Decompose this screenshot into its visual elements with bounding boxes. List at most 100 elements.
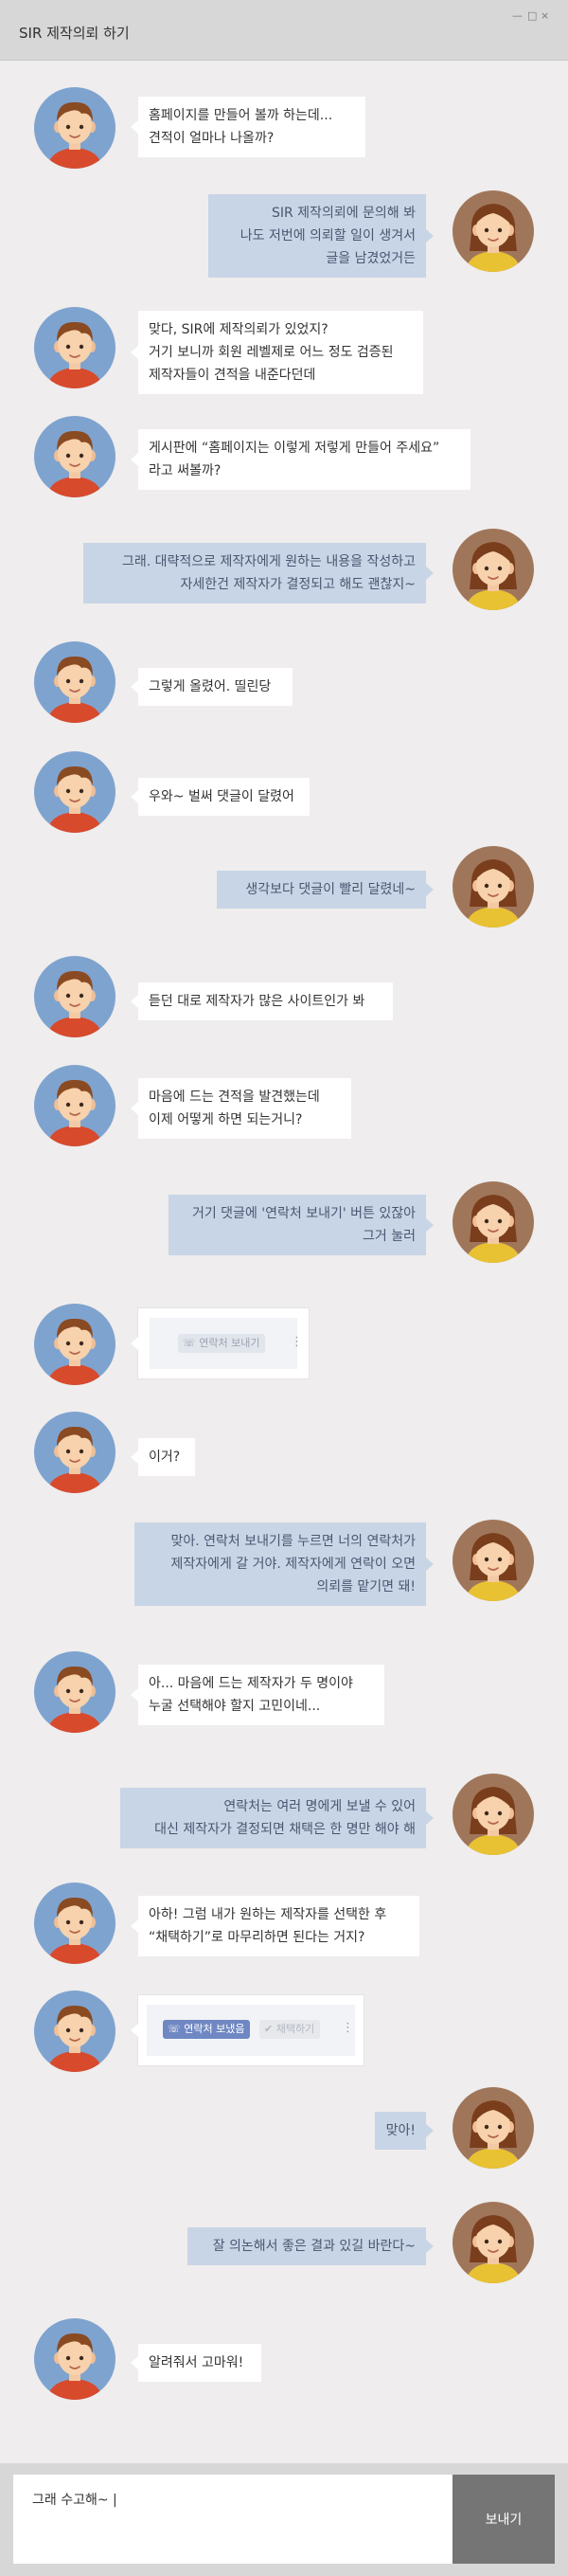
girl-avatar [453,1520,534,1601]
message-row: 그래. 대략적으로 제작자에게 원하는 내용을 작성하고 자세한건 제작자가 결… [0,529,568,610]
message-bubble: 그렇게 올렸어. 띨린당 [131,668,293,706]
message-row: ☏ 연락처 보냈음 ✔ 채택하기 ⋮ [0,1991,568,2072]
message-row: 연락처는 여러 명에게 보낼 수 있어 대신 제작자가 결정되면 채택은 한 명… [0,1774,568,1855]
message-row: 맞다, SIR에 제작의뢰가 있었지? 거기 보니까 회원 레벨제로 어느 정도… [0,307,568,394]
boy-face-illustration [47,1318,102,1385]
boy-face-illustration [47,1666,102,1733]
message-row: 맞아! [0,2087,568,2169]
adopt-label: 채택하기 [275,2023,315,2035]
boy-face-illustration [47,970,102,1037]
more-icon[interactable]: ⋮ [342,2021,354,2035]
boy-face-illustration [47,321,102,388]
window-titlebar: SIR 제작의뢰 하기 — □ × [0,0,568,61]
message-row: 게시판에 “홈페이지는 이렇게 저렇게 만들어 주세요” 라고 써볼까? [0,416,568,497]
message-row: 마음에 드는 견적을 발견했는데 이제 어떻게 하면 되는거니? [0,1065,568,1146]
contact-sent-button[interactable]: ☏ 연락처 보냈음 [163,2020,251,2039]
boy-face-illustration [47,1897,102,1964]
more-icon[interactable]: ⋮ [291,1335,303,1349]
message-input[interactable]: 그래 수고해~ | [13,2475,453,2564]
message-row: 잘 의논해서 좋은 결과 있길 바란다~ [0,2202,568,2283]
girl-avatar [453,2202,534,2283]
send-contact-label: 연락처 보내기 [199,1337,260,1349]
message-row: 홈페이지를 만들어 볼까 하는데... 견적이 얼마나 나올까? [0,87,568,169]
message-bubble: 이거? [131,1438,195,1476]
girl-avatar [453,1774,534,1855]
message-row: 아... 마음에 드는 제작자가 두 명이야 누굴 선택해야 할지 고민이네..… [0,1651,568,1733]
check-icon: ✔ [264,2023,274,2035]
message-row: 거기 댓글에 '연락처 보내기' 버튼 있잖아 그거 눌러 [0,1181,568,1263]
comment-toolbar: ☏ 연락처 보내기 ⋮ [150,1318,303,1369]
girl-avatar [453,190,534,272]
girl-face-illustration [466,1195,521,1263]
girl-face-illustration [466,1533,521,1601]
message-row: 아하! 그럼 내가 원하는 제작자를 선택한 후 “채택하기”로 마무리하면 된… [0,1882,568,1964]
message-bubble: 그래. 대략적으로 제작자에게 원하는 내용을 작성하고 자세한건 제작자가 결… [83,543,434,603]
girl-face-illustration [466,2215,521,2283]
boy-face-illustration [47,430,102,497]
adopt-button[interactable]: ✔ 채택하기 [259,2020,321,2039]
boy-avatar [34,1991,115,2072]
message-bubble: 생각보다 댓글이 빨리 달렸네~ [217,871,434,909]
message-bubble: 잘 의논해서 좋은 결과 있길 바란다~ [187,2227,434,2265]
message-row: 알려줘서 고마워! [0,2318,568,2400]
girl-face-illustration [466,1787,521,1855]
boy-face-illustration [47,101,102,169]
girl-face-illustration [466,542,521,610]
message-row: SIR 제작의뢰에 문의해 봐 나도 저번에 의뢰할 일이 생겨서 글을 남겼었… [0,190,568,278]
message-bubble: 맞아. 연락처 보내기를 누르면 너의 연락처가 제작자에게 갈 거야. 제작자… [134,1522,434,1606]
message-row: 듣던 대로 제작자가 많은 사이트인가 봐 [0,956,568,1037]
girl-face-illustration [466,859,521,928]
message-bubble: 아... 마음에 드는 제작자가 두 명이야 누굴 선택해야 할지 고민이네..… [131,1665,384,1725]
message-bubble: 거기 댓글에 '연락처 보내기' 버튼 있잖아 그거 눌러 [169,1195,434,1255]
message-bubble: 맞다, SIR에 제작의뢰가 있었지? 거기 보니까 회원 레벨제로 어느 정도… [131,311,423,394]
boy-avatar [34,416,115,497]
message-bubble: 아하! 그럼 내가 원하는 제작자를 선택한 후 “채택하기”로 마무리하면 된… [131,1896,419,1956]
boy-avatar [34,641,115,723]
minimize-icon[interactable]: — [512,10,523,22]
phone-icon: ☏ [183,1337,196,1349]
message-row: 우와~ 벌써 댓글이 달렸어 [0,751,568,833]
girl-face-illustration [466,2100,521,2169]
comment-card: ☏ 연락처 보내기 ⋮ [131,1308,309,1378]
boy-avatar [34,1304,115,1385]
comment-toolbar: ☏ 연락처 보냈음 ✔ 채택하기 ⋮ [147,2005,355,2056]
contact-sent-label: 연락처 보냈음 [184,2023,245,2035]
comment-card: ☏ 연락처 보냈음 ✔ 채택하기 ⋮ [131,1995,364,2065]
message-row: ☏ 연락처 보내기 ⋮ [0,1304,568,1385]
boy-face-illustration [47,1426,102,1493]
phone-icon: ☏ [168,2023,181,2035]
close-icon[interactable]: × [541,10,549,22]
message-bubble: 게시판에 “홈페이지는 이렇게 저렇게 만들어 주세요” 라고 써볼까? [131,429,470,490]
boy-avatar [34,1065,115,1146]
girl-avatar [453,846,534,928]
maximize-icon[interactable]: □ [527,10,537,22]
message-bubble: 홈페이지를 만들어 볼까 하는데... 견적이 얼마나 나올까? [131,97,365,157]
boy-face-illustration [47,2005,102,2072]
boy-avatar [34,751,115,833]
boy-avatar [34,2318,115,2400]
message-row: 맞아. 연락처 보내기를 누르면 너의 연락처가 제작자에게 갈 거야. 제작자… [0,1520,568,1606]
message-bubble: 우와~ 벌써 댓글이 달렸어 [131,778,310,816]
message-bubble: 연락처는 여러 명에게 보낼 수 있어 대신 제작자가 결정되면 채택은 한 명… [120,1788,434,1848]
message-row: 이거? [0,1412,568,1493]
boy-avatar [34,307,115,388]
composer-bar: 그래 수고해~ | 보내기 [0,2463,568,2576]
boy-face-illustration [47,766,102,833]
girl-avatar [453,529,534,610]
message-bubble: 듣던 대로 제작자가 많은 사이트인가 봐 [131,982,393,1020]
girl-face-illustration [466,204,521,272]
window-title: SIR 제작의뢰 하기 [19,25,130,42]
message-bubble: 알려줘서 고마워! [131,2344,261,2382]
message-row: 그렇게 올렸어. 띨린당 [0,641,568,723]
send-contact-button[interactable]: ☏ 연락처 보내기 [178,1334,266,1353]
boy-avatar [34,1882,115,1964]
message-row: 생각보다 댓글이 빨리 달렸네~ [0,846,568,928]
girl-avatar [453,1181,534,1263]
message-bubble: SIR 제작의뢰에 문의해 봐 나도 저번에 의뢰할 일이 생겨서 글을 남겼었… [208,194,434,278]
message-bubble: 마음에 드는 견적을 발견했는데 이제 어떻게 하면 되는거니? [131,1078,351,1139]
girl-avatar [453,2087,534,2169]
send-button[interactable]: 보내기 [453,2475,555,2564]
boy-avatar [34,1651,115,1733]
chat-area[interactable]: 홈페이지를 만들어 볼까 하는데... 견적이 얼마나 나올까? SIR 제작의… [0,61,568,2463]
message-bubble: 맞아! [375,2112,434,2150]
